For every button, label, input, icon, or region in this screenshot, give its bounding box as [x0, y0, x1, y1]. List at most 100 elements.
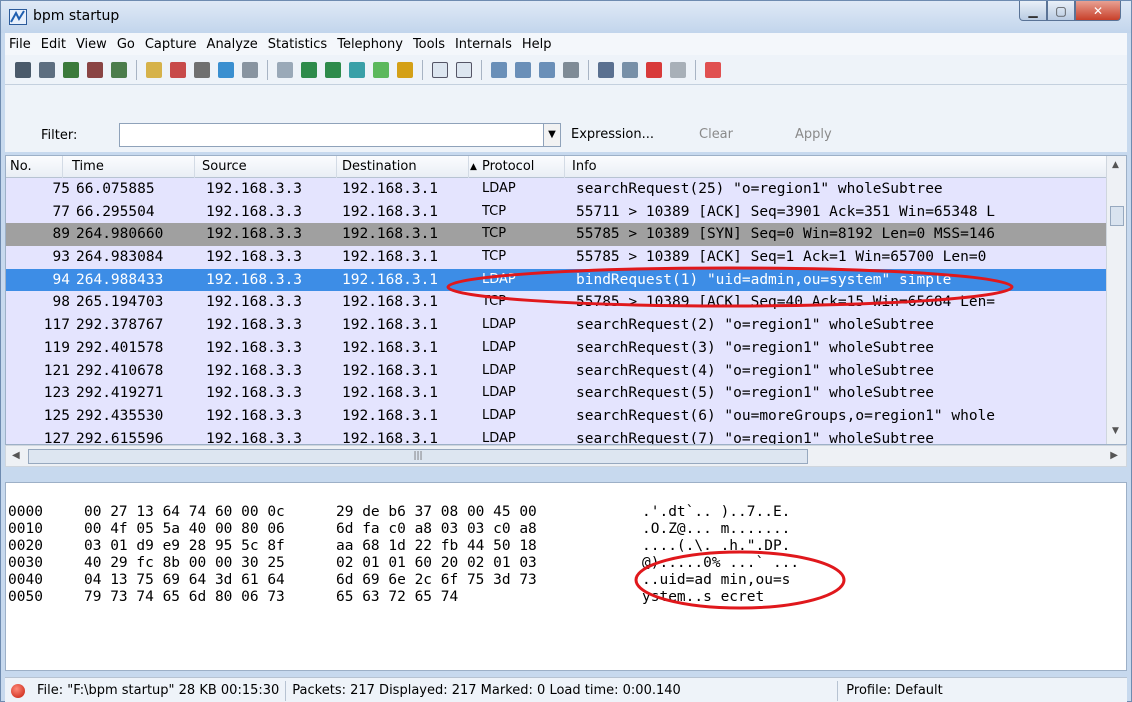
preferences-icon[interactable]	[670, 61, 686, 78]
toolbar-separator	[481, 59, 482, 80]
capture-options-icon[interactable]	[39, 61, 55, 78]
column-divider[interactable]	[62, 156, 63, 178]
hex-row[interactable]: 0010 00 4f 05 5a 40 00 80 06 6d fa c0 a8 0…	[6, 504, 790, 537]
hex-row[interactable]: 0000 00 27 13 64 74 60 00 0c 29 de b6 37 0…	[6, 487, 790, 520]
resize-columns-icon[interactable]	[563, 61, 579, 78]
column-divider[interactable]	[194, 156, 195, 178]
interface-list-icon[interactable]	[15, 61, 31, 78]
maximize-button[interactable]: ▢	[1047, 1, 1075, 21]
packet-row[interactable]: 123 292.419271 192.168.3.3 192.168.3.1 L…	[6, 382, 1106, 405]
find-icon[interactable]	[277, 61, 293, 78]
menu-analyze[interactable]: Analyze	[207, 37, 258, 52]
cell-protocol: LDAP	[482, 271, 516, 287]
scroll-down-icon[interactable]: ▼	[1112, 426, 1119, 436]
column-header-source[interactable]: Source	[202, 159, 247, 174]
menu-statistics[interactable]: Statistics	[268, 37, 327, 52]
hex-row[interactable]: 0040 04 13 75 69 64 3d 61 64 6d 69 6e 2c 6…	[6, 555, 790, 588]
column-divider[interactable]	[468, 156, 469, 178]
packet-row[interactable]: 75 66.075885 192.168.3.3 192.168.3.1 LDA…	[6, 178, 1106, 201]
colorize-icon[interactable]	[432, 61, 448, 78]
restart-capture-icon[interactable]	[111, 61, 127, 78]
scrollbar-thumb[interactable]	[1110, 206, 1124, 226]
expression-button[interactable]: Expression...	[571, 127, 654, 142]
menu-capture[interactable]: Capture	[145, 37, 197, 52]
packet-list-vertical-scrollbar[interactable]: ▲ ▼	[1106, 156, 1126, 444]
scroll-left-icon[interactable]: ◀	[12, 450, 20, 461]
hex-offset: 0050	[8, 589, 43, 605]
cell-no: 117	[43, 317, 70, 334]
print-icon[interactable]	[242, 61, 258, 78]
column-header-no[interactable]: No.	[10, 159, 32, 174]
menu-tools[interactable]: Tools	[413, 37, 445, 52]
apply-button[interactable]: Apply	[795, 127, 832, 142]
zoom-normal-icon[interactable]	[539, 61, 555, 78]
open-file-icon[interactable]	[146, 61, 162, 78]
packet-row[interactable]: 127 292.615596 192.168.3.3 192.168.3.1 L…	[6, 427, 1106, 444]
status-profile[interactable]: Profile: Default	[840, 681, 948, 701]
packet-row[interactable]: 117 292.378767 192.168.3.3 192.168.3.1 L…	[6, 314, 1106, 337]
filter-input[interactable]	[119, 123, 551, 147]
go-forward-icon[interactable]	[325, 61, 341, 78]
column-divider[interactable]	[336, 156, 337, 178]
start-capture-icon[interactable]	[63, 61, 79, 78]
close-file-icon[interactable]	[194, 61, 210, 78]
hex-row[interactable]: 0030 40 29 fc 8b 00 00 30 25 02 01 01 60 2…	[6, 538, 799, 571]
close-button[interactable]: ✕	[1075, 1, 1121, 21]
cell-info: searchRequest(6) "ou=moreGroups,o=region…	[576, 407, 996, 424]
hex-bytes: 04 13 75 69 64 3d 61 64	[84, 572, 285, 588]
hex-bytes: 03 01 d9 e9 28 95 5c 8f	[84, 538, 285, 554]
menu-help[interactable]: Help	[522, 37, 552, 52]
reload-icon[interactable]	[218, 61, 234, 78]
help-icon[interactable]	[705, 61, 721, 78]
menu-file[interactable]: File	[9, 37, 31, 52]
packet-row[interactable]: 125 292.435530 192.168.3.3 192.168.3.1 L…	[6, 404, 1106, 428]
packet-row[interactable]: 77 66.295504 192.168.3.3 192.168.3.1 TCP…	[6, 200, 1106, 224]
stop-capture-icon[interactable]	[87, 61, 103, 78]
cell-no: 123	[43, 385, 70, 402]
coloring-rules-icon[interactable]	[646, 61, 662, 78]
cell-source: 192.168.3.3	[206, 271, 303, 288]
menu-view[interactable]: View	[76, 37, 107, 52]
packet-row[interactable]: 89 264.980660 192.168.3.3 192.168.3.1 TC…	[6, 223, 1106, 247]
save-file-icon[interactable]	[170, 61, 186, 78]
minimize-icon: ▁	[1028, 3, 1038, 18]
clear-button[interactable]: Clear	[699, 127, 733, 142]
menu-internals[interactable]: Internals	[455, 37, 512, 52]
packet-list-horizontal-scrollbar[interactable]: ◀ ||| ▶	[5, 445, 1127, 467]
packet-row[interactable]: 93 264.983084 192.168.3.3 192.168.3.1 TC…	[6, 246, 1106, 269]
go-last-icon[interactable]	[397, 61, 413, 78]
display-filters-icon[interactable]	[622, 61, 638, 78]
toolbar-separator	[588, 59, 589, 80]
go-first-icon[interactable]	[373, 61, 389, 78]
column-header-time[interactable]: Time	[72, 159, 104, 174]
title-bar[interactable]: bpm startup ▁ ▢ ✕	[1, 1, 1131, 33]
hex-row[interactable]: 0050 79 73 74 65 6d 80 06 73 65 63 72 65 7…	[6, 572, 764, 605]
column-header-info[interactable]: Info	[572, 159, 597, 174]
capture-filters-icon[interactable]	[598, 61, 614, 78]
zoom-in-icon[interactable]	[491, 61, 507, 78]
minimize-button[interactable]: ▁	[1019, 1, 1047, 21]
scroll-right-icon[interactable]: ▶	[1110, 450, 1118, 461]
cell-no: 94	[52, 271, 70, 288]
packet-row[interactable]: 121 292.410678 192.168.3.3 192.168.3.1 L…	[6, 359, 1106, 383]
zoom-out-icon[interactable]	[515, 61, 531, 78]
go-back-icon[interactable]	[301, 61, 317, 78]
hex-row[interactable]: 0020 03 01 d9 e9 28 95 5c 8f aa 68 1d 22 f…	[6, 521, 790, 554]
autoscroll-icon[interactable]	[456, 61, 472, 78]
cell-protocol: LDAP	[482, 317, 516, 333]
column-divider[interactable]	[564, 156, 565, 178]
packet-row[interactable]: 119 292.401578 192.168.3.3 192.168.3.1 L…	[6, 336, 1106, 360]
column-header-protocol[interactable]: Protocol	[482, 159, 534, 174]
packet-row-selected[interactable]: 94 264.988433 192.168.3.3 192.168.3.1 LD…	[6, 268, 1106, 292]
menu-telephony[interactable]: Telephony	[337, 37, 403, 52]
menu-go[interactable]: Go	[117, 37, 135, 52]
expert-info-icon[interactable]	[11, 683, 25, 698]
filter-dropdown-button[interactable]: ▼	[543, 123, 561, 147]
scroll-up-icon[interactable]: ▲	[1112, 160, 1119, 170]
column-header-destination[interactable]: Destination	[342, 159, 417, 174]
menu-edit[interactable]: Edit	[41, 37, 66, 52]
hex-bytes: 00 4f 05 5a 40 00 80 06	[84, 521, 285, 537]
packet-row[interactable]: 98 265.194703 192.168.3.3 192.168.3.1 TC…	[6, 291, 1106, 315]
scrollbar-thumb[interactable]: |||	[28, 449, 808, 464]
go-to-packet-icon[interactable]	[349, 61, 365, 78]
